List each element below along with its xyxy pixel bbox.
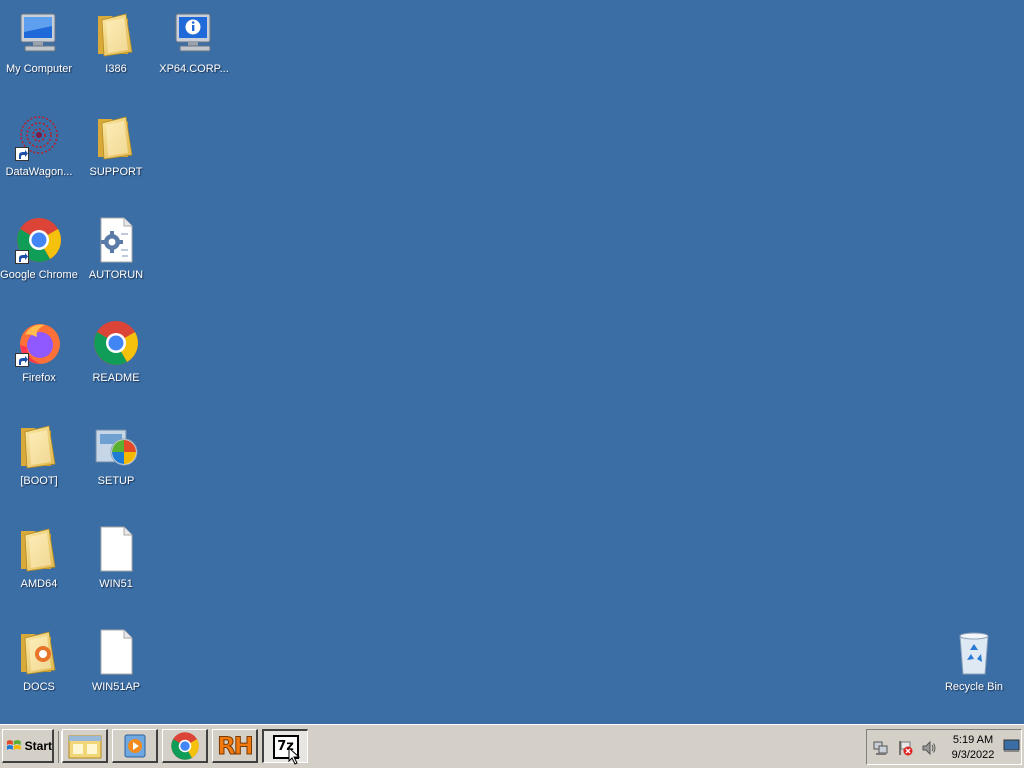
show-desktop-icon[interactable]: [1003, 739, 1020, 753]
desktop-icon-label: XP64.CORP...: [159, 63, 229, 75]
desktop-icon-google-chrome[interactable]: Google Chrome: [0, 210, 78, 302]
desktop-icon-win51[interactable]: WIN51: [77, 519, 155, 611]
desktop-icon-label: Google Chrome: [0, 269, 78, 281]
chrome-icon: [15, 216, 63, 264]
folder-icon: [15, 525, 63, 573]
rh-icon: RH: [217, 731, 255, 760]
chrome-icon: [170, 731, 199, 760]
desktop-icon-label: SUPPORT: [89, 166, 143, 178]
desktop-icon-firefox[interactable]: Firefox: [0, 313, 78, 405]
system-tray: 5:19 AM 9/3/2022: [866, 729, 1022, 765]
desktop-icon-xp64[interactable]: XP64.CORP...: [155, 4, 233, 96]
desktop-icon-win51ap[interactable]: WIN51AP: [77, 622, 155, 714]
desktop-icon-label: WIN51: [99, 578, 133, 590]
desktop-icon-boot[interactable]: [BOOT]: [0, 416, 78, 508]
taskbar-button-7zip[interactable]: 7z: [262, 729, 308, 765]
desktop-icon-label: My Computer: [5, 63, 73, 75]
taskbar-button-media-player[interactable]: [112, 729, 158, 763]
desktop-icon-label: README: [92, 372, 140, 384]
volume-icon[interactable]: [921, 740, 937, 756]
clock-date[interactable]: 9/3/2022: [947, 749, 999, 761]
clock-time[interactable]: 5:19 AM: [947, 734, 999, 746]
blank-file-icon: [92, 628, 140, 676]
desktop-icon-readme[interactable]: README: [77, 313, 155, 405]
desktop-icon-label: DOCS: [23, 681, 55, 693]
desktop-icon-support[interactable]: SUPPORT: [77, 107, 155, 199]
taskbar: Start RH 7z 5:19 AM 9/3/2022: [0, 724, 1024, 768]
desktop-icon-label: I386: [105, 63, 127, 75]
info-computer-icon: [170, 10, 218, 58]
desktop-icon-label: AMD64: [20, 578, 58, 590]
computer-icon: [15, 10, 63, 58]
start-button[interactable]: Start: [2, 729, 54, 763]
desktop-icon-recycle-bin[interactable]: Recycle Bin: [935, 622, 1013, 714]
blank-file-icon: [92, 525, 140, 573]
taskbar-button-file-explorer[interactable]: [62, 729, 108, 763]
desktop-icon-i386[interactable]: I386: [77, 4, 155, 96]
shortcut-arrow-icon: [15, 250, 29, 264]
desktop-icon-amd64[interactable]: AMD64: [0, 519, 78, 611]
network-icon[interactable]: [873, 740, 889, 756]
desktop[interactable]: My Computer DataWagon... Google Chrome F…: [0, 0, 1024, 724]
windows-logo-icon: [6, 739, 21, 750]
datawagon-icon: [15, 113, 63, 161]
shortcut-arrow-icon: [15, 353, 29, 367]
chrome-icon: [92, 319, 140, 367]
mouse-cursor-icon: [288, 747, 301, 765]
desktop-icon-datawagon[interactable]: DataWagon...: [0, 107, 78, 199]
setup-icon: [92, 422, 140, 470]
settings-file-icon: [92, 216, 140, 264]
desktop-icon-label: SETUP: [97, 475, 135, 487]
file-explorer-icon: [68, 735, 101, 758]
recycle-bin-icon: [950, 628, 998, 676]
desktop-icon-label: Firefox: [22, 372, 56, 384]
desktop-icon-label: Recycle Bin: [944, 681, 1004, 693]
folder-icon: [92, 10, 140, 58]
desktop-icon-label: AUTORUN: [88, 269, 144, 281]
media-overlay-icon: [35, 646, 51, 662]
desktop-icon-label: [BOOT]: [20, 475, 58, 487]
desktop-icon-autorun[interactable]: AUTORUN: [77, 210, 155, 302]
media-player-icon: [124, 734, 145, 757]
taskbar-button-chrome[interactable]: [162, 729, 208, 763]
firefox-icon: [15, 319, 63, 367]
desktop-icon-label: DataWagon...: [5, 166, 73, 178]
shortcut-arrow-icon: [15, 147, 29, 161]
folder-icon: [92, 113, 140, 161]
folder-icon: [15, 628, 63, 676]
taskbar-button-rh[interactable]: RH: [212, 729, 258, 763]
action-center-icon[interactable]: [897, 740, 913, 756]
start-label: Start: [24, 738, 52, 753]
desktop-icon-docs[interactable]: DOCS: [0, 622, 78, 714]
desktop-icon-my-computer[interactable]: My Computer: [0, 4, 78, 96]
desktop-icon-setup[interactable]: SETUP: [77, 416, 155, 508]
desktop-icon-label: WIN51AP: [91, 681, 141, 693]
folder-icon: [15, 422, 63, 470]
